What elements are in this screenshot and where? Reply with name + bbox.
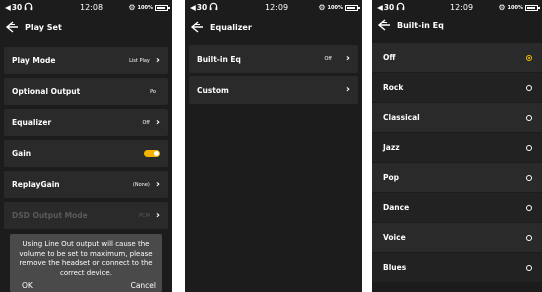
line-out-warning-dialog: Using Line Out output will cause the vol…	[10, 234, 162, 292]
clock: 12:08	[80, 3, 104, 12]
built-in-eq-screen: ◀ 30 12:09 ⚙ 100% Built-in Eq Off Rock Clas…	[372, 0, 542, 292]
volume-level: 30	[11, 3, 23, 12]
row-value: PCM	[139, 212, 150, 219]
radio-button-icon[interactable]	[526, 174, 532, 181]
speaker-icon: ◀	[5, 3, 11, 12]
settings-status-icon: ⚙	[128, 3, 136, 12]
eq-preset-option[interactable]: Dance	[372, 193, 542, 222]
row-label: Optional Output	[12, 87, 81, 96]
radio-button-icon[interactable]	[526, 84, 532, 91]
radio-button-icon[interactable]	[526, 234, 532, 241]
volume-level: 30	[196, 3, 208, 12]
cancel-button[interactable]: Cancel	[131, 281, 156, 290]
row-label: Gain	[12, 149, 32, 158]
eq-preset-label: Rock	[383, 83, 404, 92]
radio-button-icon[interactable]	[526, 54, 532, 61]
eq-preset-option[interactable]: Off	[372, 43, 542, 72]
eq-preset-label: Blues	[383, 263, 407, 272]
battery-percent: 100%	[507, 4, 523, 11]
back-arrow-icon[interactable]	[5, 20, 19, 34]
chevron-right-icon: ›	[345, 53, 350, 64]
row-label: ReplayGain	[12, 180, 60, 189]
row-value: Po	[150, 88, 156, 95]
equalizer-screen: ◀ 30 12:09 ⚙ 100% Equalizer Built-in Eq O…	[185, 0, 362, 292]
radio-button-icon[interactable]	[526, 144, 532, 151]
eq-preset-option[interactable]: Rock	[372, 73, 542, 102]
row-custom[interactable]: Custom ›	[189, 76, 358, 104]
eq-preset-option[interactable]: Blues	[372, 253, 542, 282]
volume-indicator: ◀ 30	[5, 3, 22, 12]
eq-preset-option[interactable]: Voice	[372, 223, 542, 252]
row-dsd-output-mode[interactable]: DSD Output Mode PCM ›	[4, 202, 168, 229]
page-header: Built-in Eq	[372, 12, 542, 38]
battery-icon	[525, 4, 540, 11]
battery-percent: 100%	[327, 4, 343, 11]
eq-preset-label: Jazz	[383, 143, 400, 152]
row-value: Off	[324, 56, 332, 62]
chevron-right-icon: ›	[345, 84, 350, 95]
play-set-screen: ◀ 30 12:08 ⚙ 100% Play Set Play Mode List…	[0, 0, 172, 292]
page-title: Built-in Eq	[397, 20, 444, 30]
eq-preset-option[interactable]: Jazz	[372, 133, 542, 162]
headphones-icon	[24, 2, 33, 11]
battery-indicator: ⚙ 100%	[318, 3, 360, 12]
back-arrow-icon[interactable]	[190, 20, 204, 34]
row-label: DSD Output Mode	[12, 211, 88, 220]
ok-button[interactable]: OK	[22, 281, 33, 290]
headphones-icon	[209, 2, 218, 11]
settings-status-icon: ⚙	[498, 3, 506, 12]
row-value: (None)	[132, 181, 150, 188]
row-label: Built-in Eq	[197, 54, 241, 64]
eq-preset-option[interactable]: Classical	[372, 103, 542, 132]
row-label: Custom	[197, 85, 229, 95]
chevron-right-icon: ›	[155, 209, 160, 221]
row-play-mode[interactable]: Play Mode List Play ›	[4, 47, 168, 74]
status-bar: ◀ 30 12:09 ⚙ 100%	[185, 0, 362, 14]
eq-preset-label: Pop	[383, 173, 400, 182]
page-header: Equalizer	[185, 14, 362, 40]
row-value: Off	[142, 119, 150, 126]
radio-button-icon[interactable]	[526, 204, 532, 211]
gain-toggle[interactable]	[144, 150, 160, 157]
chevron-right-icon: ›	[155, 54, 160, 66]
settings-status-icon: ⚙	[318, 3, 326, 12]
battery-icon	[345, 4, 360, 11]
row-replaygain[interactable]: ReplayGain (None) ›	[4, 171, 168, 198]
chevron-right-icon: ›	[155, 178, 160, 190]
page-title: Play Set	[25, 22, 62, 32]
eq-preset-label: Voice	[383, 233, 406, 242]
battery-percent: 100%	[137, 4, 153, 11]
radio-button-icon[interactable]	[526, 264, 532, 271]
row-value: List Play	[129, 57, 150, 64]
volume-indicator: ◀ 30	[190, 3, 207, 12]
row-label: Equalizer	[12, 118, 52, 127]
row-gain[interactable]: Gain	[4, 140, 168, 167]
back-arrow-icon[interactable]	[377, 18, 391, 32]
radio-button-icon[interactable]	[526, 114, 532, 121]
eq-preset-option[interactable]: Pop	[372, 163, 542, 192]
page-header: Play Set	[0, 14, 172, 40]
row-label: Play Mode	[12, 56, 56, 65]
battery-icon	[155, 4, 170, 11]
page-title: Equalizer	[210, 22, 252, 32]
headphones-icon	[396, 2, 405, 11]
chevron-right-icon: ›	[155, 116, 160, 128]
dialog-message: Using Line Out output will cause the vol…	[19, 240, 153, 277]
row-built-in-eq[interactable]: Built-in Eq Off ›	[189, 45, 358, 73]
row-equalizer[interactable]: Equalizer Off ›	[4, 109, 168, 136]
clock: 12:09	[265, 3, 289, 12]
volume-level: 30	[383, 3, 395, 12]
status-bar: ◀ 30 12:08 ⚙ 100%	[0, 0, 172, 14]
speaker-icon: ◀	[190, 3, 196, 12]
clock: 12:09	[450, 3, 474, 12]
eq-preset-label: Dance	[383, 203, 410, 212]
eq-preset-label: Off	[383, 53, 396, 62]
battery-indicator: ⚙ 100%	[498, 3, 540, 12]
speaker-icon: ◀	[377, 3, 383, 12]
row-optional-output[interactable]: Optional Output Po	[4, 78, 168, 105]
volume-indicator: ◀ 30	[377, 3, 394, 12]
battery-indicator: ⚙ 100%	[128, 3, 170, 12]
eq-preset-label: Classical	[383, 113, 420, 122]
